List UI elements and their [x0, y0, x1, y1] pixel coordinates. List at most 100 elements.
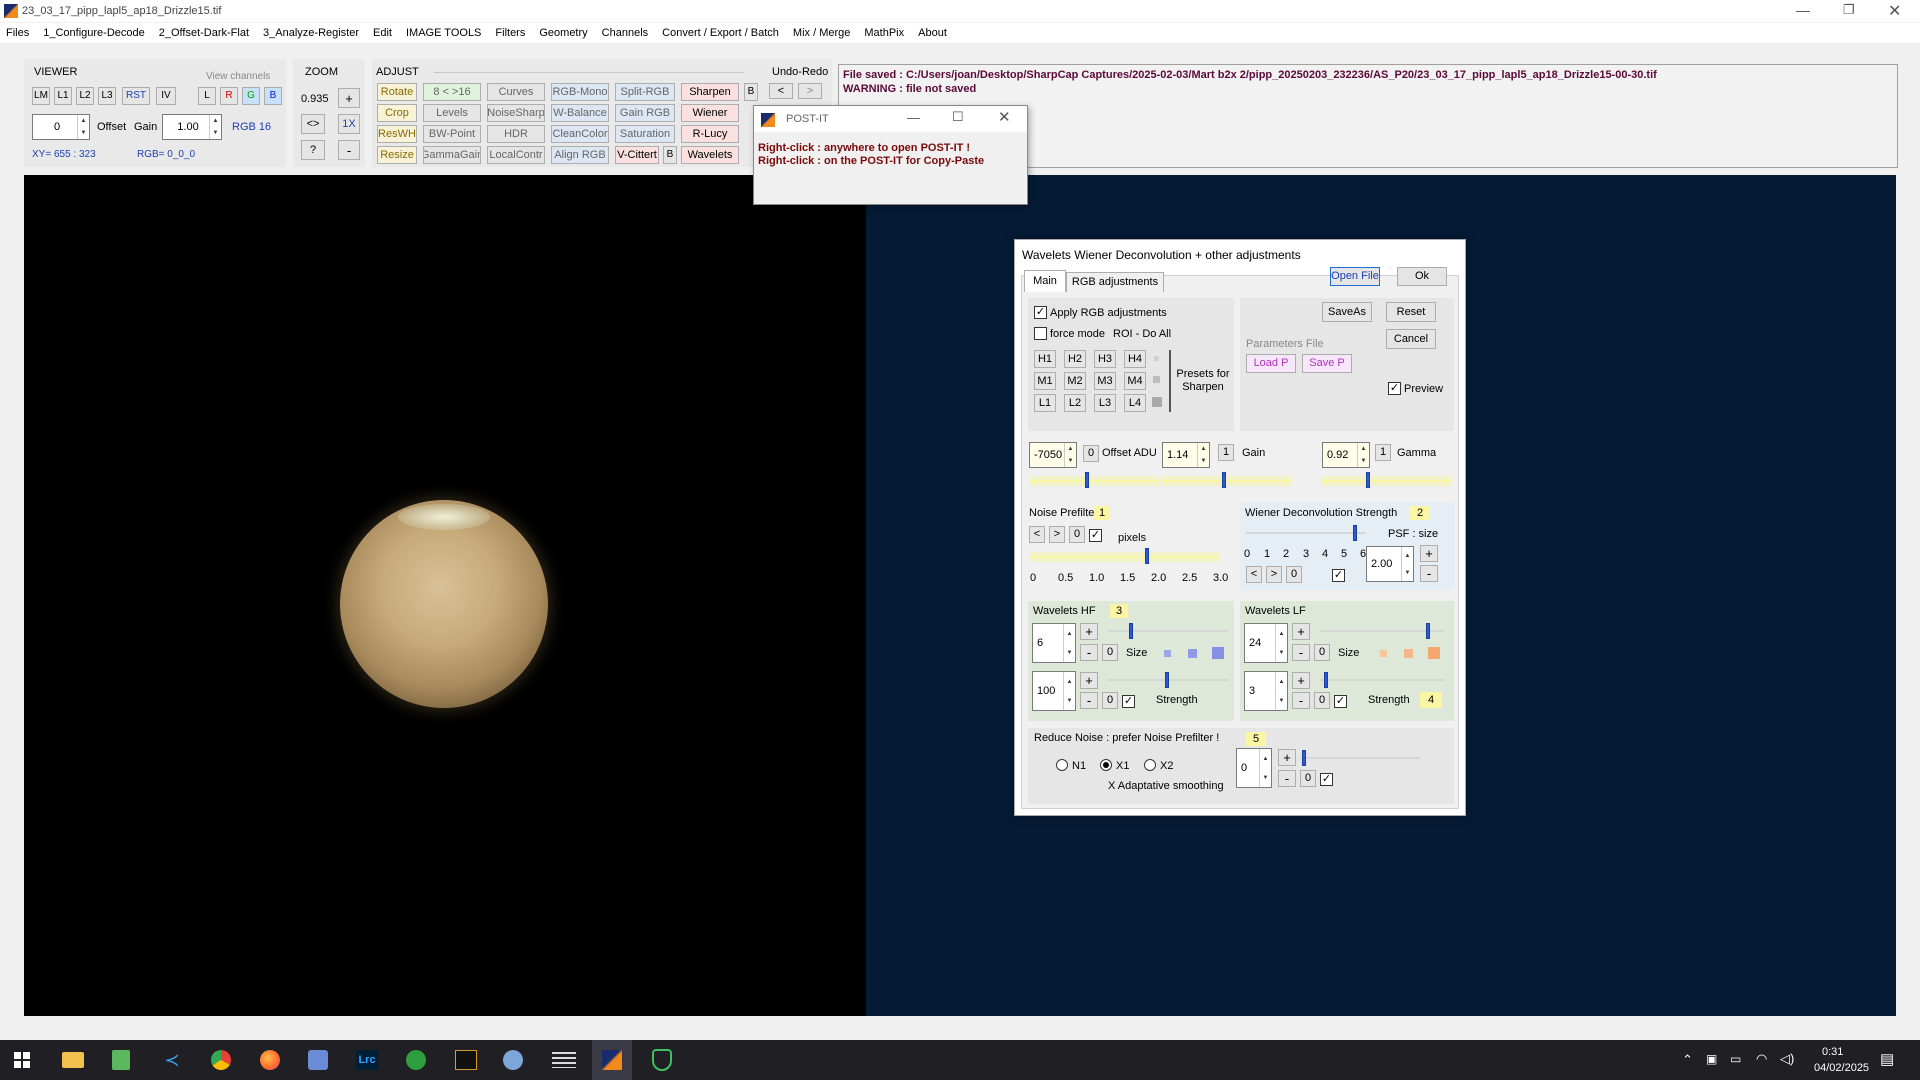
- reduce-noise-spinner[interactable]: ▲ ▼: [1259, 749, 1271, 787]
- vscode-icon[interactable]: ≺: [162, 1050, 182, 1070]
- save-as-button[interactable]: SaveAs: [1322, 302, 1372, 322]
- menu-mix[interactable]: Mix / Merge: [793, 27, 850, 39]
- start-icon[interactable]: [14, 1052, 30, 1068]
- lf-strength-input[interactable]: 3 ▲ ▼: [1244, 671, 1288, 711]
- tray-wifi-icon[interactable]: ◠: [1756, 1051, 1767, 1067]
- hdr-button[interactable]: HDR: [487, 125, 545, 143]
- lf-strength-spinner[interactable]: ▲ ▼: [1275, 672, 1287, 710]
- menu-edit[interactable]: Edit: [373, 27, 392, 39]
- up-arrow-icon[interactable]: ▲: [1276, 672, 1287, 691]
- reduce-noise-input[interactable]: 0 ▲ ▼: [1236, 748, 1272, 788]
- gammagain-button[interactable]: GammaGain: [423, 146, 481, 164]
- zoom-help-button[interactable]: ?: [301, 140, 325, 160]
- lf-strength-slider-thumb[interactable]: [1324, 672, 1328, 688]
- tab-main[interactable]: Main: [1024, 270, 1066, 292]
- channel-b-button[interactable]: B: [264, 87, 282, 105]
- undo-button[interactable]: <: [769, 83, 793, 99]
- menu-channels[interactable]: Channels: [602, 27, 648, 39]
- lf-enable-checkbox[interactable]: ✓: [1334, 695, 1347, 708]
- noise-reset-button[interactable]: 0: [1069, 526, 1085, 543]
- menu-files[interactable]: Files: [6, 27, 29, 39]
- n1-radio[interactable]: [1056, 759, 1068, 771]
- cancel-button[interactable]: Cancel: [1386, 329, 1436, 349]
- preview-checkbox[interactable]: ✓: [1388, 382, 1401, 395]
- wiener-reset-button[interactable]: 0: [1286, 566, 1302, 583]
- app-stack-icon[interactable]: [552, 1052, 576, 1068]
- gain-input[interactable]: 1.14 ▲ ▼: [1162, 442, 1210, 468]
- file-explorer-icon[interactable]: [62, 1052, 84, 1068]
- wiener-enable-checkbox[interactable]: ✓: [1332, 569, 1345, 582]
- viewer-lm-button[interactable]: LM: [32, 87, 50, 105]
- rotate-button[interactable]: Rotate: [377, 83, 417, 101]
- notifications-icon[interactable]: ▤: [1880, 1050, 1894, 1068]
- lf-strength-reset-button[interactable]: 0: [1314, 692, 1330, 709]
- preset-l4-button[interactable]: L4: [1124, 394, 1146, 412]
- active-app-icon[interactable]: [592, 1040, 632, 1080]
- hf-strength-spinner[interactable]: ▲ ▼: [1063, 672, 1075, 710]
- hf-size-increase-button[interactable]: +: [1080, 623, 1098, 640]
- gamma-slider-thumb[interactable]: [1366, 472, 1370, 488]
- hf-size-input[interactable]: 6 ▲ ▼: [1032, 623, 1076, 663]
- noise-decrease-button[interactable]: <: [1029, 526, 1045, 543]
- menu-mathpix[interactable]: MathPix: [864, 27, 904, 39]
- resize-button[interactable]: Resize: [377, 146, 417, 164]
- firefox-icon[interactable]: [260, 1050, 280, 1070]
- preset-m1-button[interactable]: M1: [1034, 372, 1056, 390]
- viewer-gain-input[interactable]: 1.00 ▲ ▼: [162, 114, 222, 140]
- gain-slider-thumb[interactable]: [1222, 472, 1226, 488]
- close-icon[interactable]: ✕: [1888, 1, 1901, 21]
- hf-strength-increase-button[interactable]: +: [1080, 672, 1098, 689]
- gain-spinner[interactable]: ▲ ▼: [1197, 443, 1209, 467]
- tray-camera-icon[interactable]: ▣: [1706, 1052, 1717, 1066]
- down-arrow-icon[interactable]: ▼: [1402, 564, 1413, 581]
- postit-window[interactable]: POST-IT — ☐ ✕ Right-click : anywhere to …: [753, 105, 1028, 205]
- postit-minimize-icon[interactable]: —: [907, 110, 920, 125]
- gain-rgb-button[interactable]: Gain RGB: [615, 104, 675, 122]
- down-arrow-icon[interactable]: ▼: [78, 127, 89, 139]
- notepad-icon[interactable]: [112, 1050, 130, 1070]
- r-lucy-button[interactable]: R-Lucy: [681, 125, 739, 143]
- zoom-fit-button[interactable]: <>: [301, 114, 325, 134]
- viewer-l2-button[interactable]: L2: [76, 87, 94, 105]
- preset-l1-button[interactable]: L1: [1034, 394, 1056, 412]
- bw-point-button[interactable]: BW-Point: [423, 125, 481, 143]
- preset-m4-button[interactable]: M4: [1124, 372, 1146, 390]
- curves-button[interactable]: Curves: [487, 83, 545, 101]
- offset-slider-thumb[interactable]: [1085, 472, 1089, 488]
- wiener-slider[interactable]: [1246, 532, 1366, 534]
- noise-increase-button[interactable]: >: [1049, 526, 1065, 543]
- v-cittert-button[interactable]: V-Cittert: [615, 146, 659, 164]
- gamma-input[interactable]: 0.92 ▲ ▼: [1322, 442, 1370, 468]
- channel-g-button[interactable]: G: [242, 87, 260, 105]
- postit-maximize-icon[interactable]: ☐: [952, 109, 964, 125]
- load-params-button[interactable]: Load P: [1246, 354, 1296, 373]
- levels-button[interactable]: Levels: [423, 104, 481, 122]
- up-arrow-icon[interactable]: ▲: [1198, 443, 1209, 455]
- wavelets-button[interactable]: Wavelets: [681, 146, 739, 164]
- lf-strength-increase-button[interactable]: +: [1292, 672, 1310, 689]
- down-arrow-icon[interactable]: ▼: [1065, 455, 1076, 467]
- up-arrow-icon[interactable]: ▲: [1260, 749, 1271, 768]
- minimize-icon[interactable]: —: [1796, 2, 1810, 18]
- sharpen-b-button[interactable]: B: [744, 83, 758, 101]
- down-arrow-icon[interactable]: ▼: [1198, 455, 1209, 467]
- split-rgb-button[interactable]: Split-RGB: [615, 83, 675, 101]
- preset-h1-button[interactable]: H1: [1034, 350, 1056, 368]
- tray-battery-icon[interactable]: ▭: [1730, 1052, 1741, 1066]
- app-green-icon[interactable]: [406, 1050, 426, 1070]
- gamma-spinner[interactable]: ▲ ▼: [1357, 443, 1369, 467]
- up-arrow-icon[interactable]: ▲: [1402, 547, 1413, 564]
- menu-geometry[interactable]: Geometry: [539, 27, 587, 39]
- sharpen-button[interactable]: Sharpen: [681, 83, 739, 101]
- gamma-reset-button[interactable]: 1: [1375, 444, 1391, 461]
- zoom-out-button[interactable]: -: [338, 140, 360, 160]
- preset-h4-button[interactable]: H4: [1124, 350, 1146, 368]
- preset-h2-button[interactable]: H2: [1064, 350, 1086, 368]
- lf-size-increase-button[interactable]: +: [1292, 623, 1310, 640]
- rgb-mono-button[interactable]: RGB-Mono: [551, 83, 609, 101]
- lf-strength-decrease-button[interactable]: -: [1292, 692, 1310, 709]
- wiener-decrease-button[interactable]: <: [1246, 566, 1262, 583]
- zoom-1x-button[interactable]: 1X: [338, 114, 360, 134]
- network-app-icon[interactable]: [308, 1050, 328, 1070]
- chrome-icon[interactable]: [211, 1050, 231, 1070]
